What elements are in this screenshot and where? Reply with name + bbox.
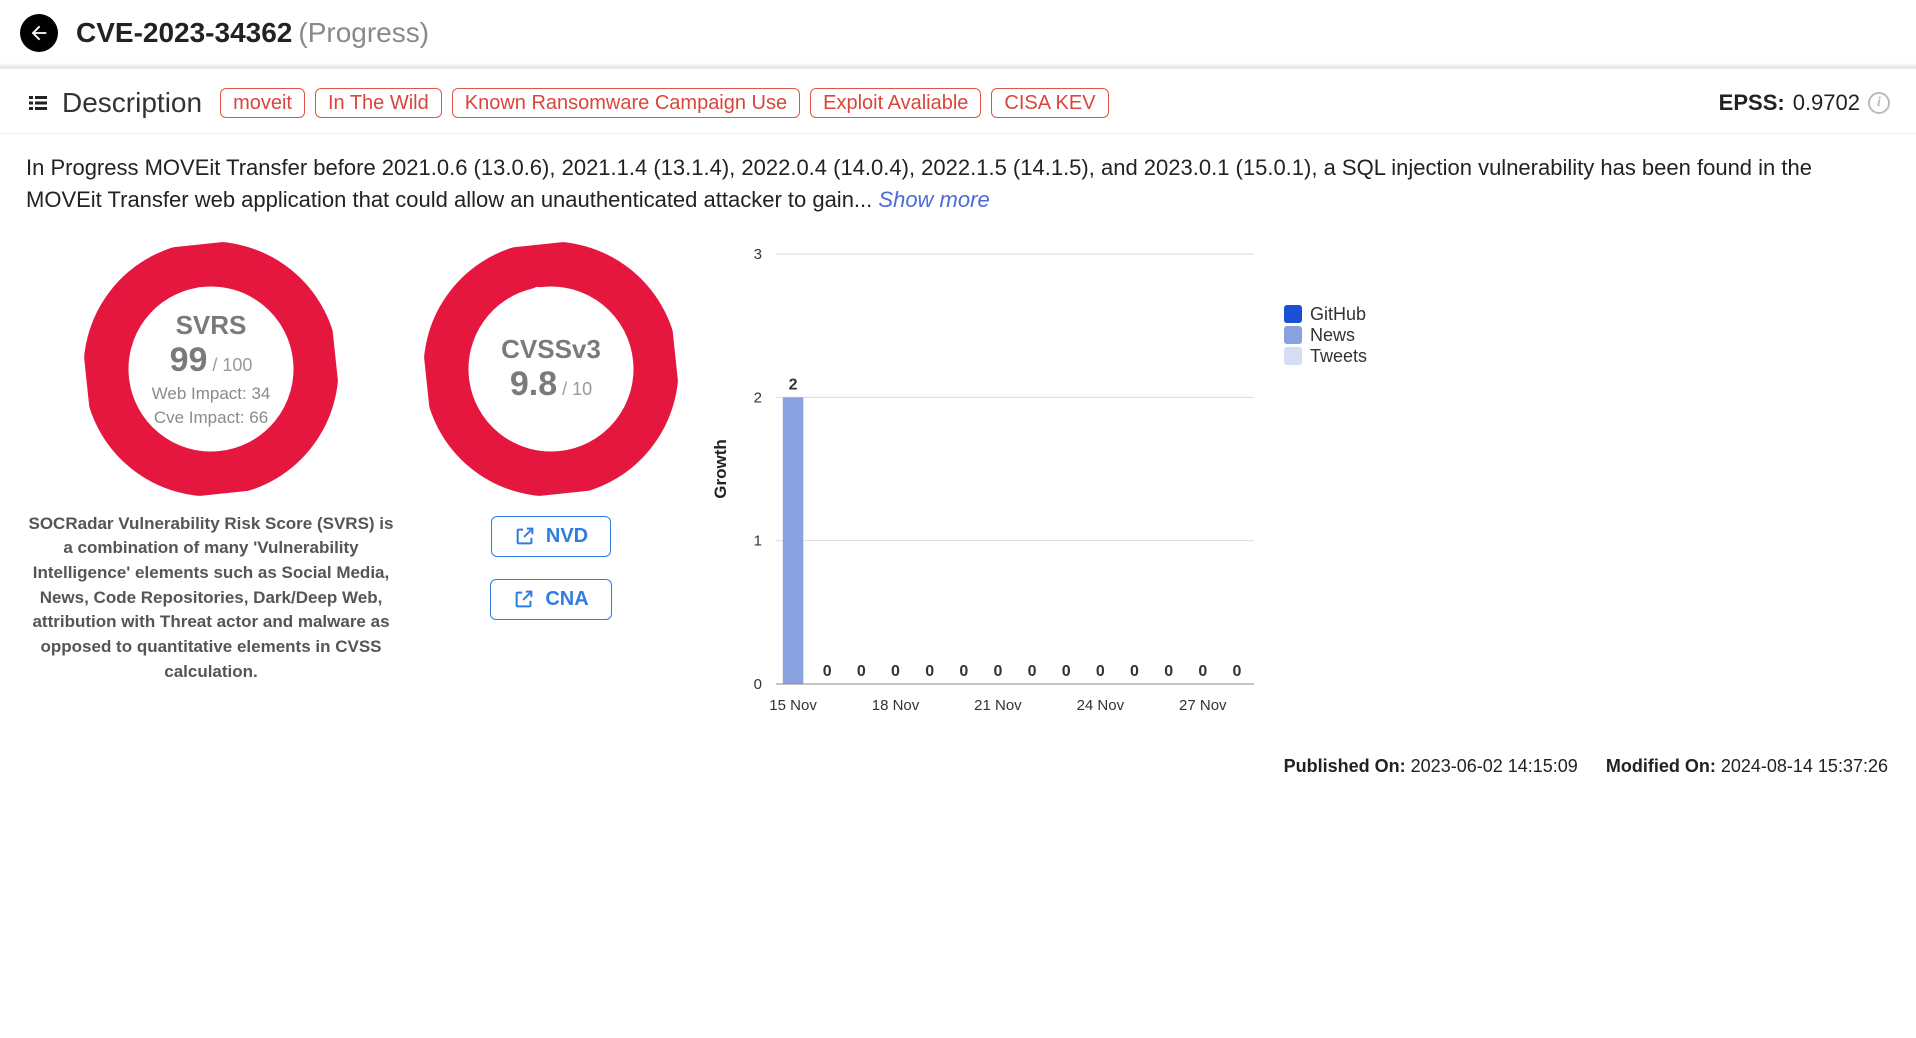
svg-text:3: 3 bbox=[754, 246, 762, 263]
chart-canvas: 0 1 2 3 2 0 0 0 0 0 0 0 0 0 0 0 0 0 15 Nov 18 Nov 21 Nov 24 N… bbox=[706, 244, 1266, 724]
svg-text:0: 0 bbox=[1164, 663, 1173, 680]
growth-chart: 0 1 2 3 2 0 0 0 0 0 0 0 0 0 0 0 0 0 15 Nov 18 Nov 21 Nov 24 N… bbox=[706, 244, 1890, 724]
svg-text:0: 0 bbox=[925, 663, 934, 680]
svrs-title: SVRS bbox=[176, 310, 247, 341]
legend-swatch bbox=[1284, 347, 1302, 365]
svg-text:0: 0 bbox=[1028, 663, 1037, 680]
svg-text:0: 0 bbox=[1096, 663, 1105, 680]
svg-text:0: 0 bbox=[891, 663, 900, 680]
arrow-left-icon bbox=[28, 22, 50, 44]
nvd-label: NVD bbox=[546, 525, 588, 548]
svrs-gauge: SVRS 99 / 100 Web Impact: 34 Cve Impact:… bbox=[86, 244, 336, 494]
show-more-link[interactable]: Show more bbox=[878, 187, 989, 212]
page-header: CVE-2023-34362 (Progress) bbox=[0, 0, 1916, 69]
legend-label: GitHub bbox=[1310, 304, 1366, 325]
svg-text:0: 0 bbox=[1130, 663, 1139, 680]
modified-value: 2024-08-14 15:37:26 bbox=[1721, 756, 1888, 776]
description-bar: Description moveit In The Wild Known Ranso… bbox=[0, 69, 1916, 134]
description-label: Description bbox=[62, 87, 202, 119]
svg-text:0: 0 bbox=[1198, 663, 1207, 680]
footer-dates: Published On: 2023-06-02 14:15:09 Modifi… bbox=[0, 744, 1916, 789]
svg-text:0: 0 bbox=[823, 663, 832, 680]
info-icon[interactable]: i bbox=[1868, 92, 1890, 114]
cna-link[interactable]: CNA bbox=[490, 579, 611, 620]
svg-text:27 Nov: 27 Nov bbox=[1179, 697, 1227, 714]
svg-text:0: 0 bbox=[959, 663, 968, 680]
svg-text:1: 1 bbox=[754, 532, 762, 549]
legend-label: Tweets bbox=[1310, 346, 1367, 367]
cvss-score: 9.8 bbox=[510, 365, 557, 403]
svg-text:2: 2 bbox=[754, 389, 762, 406]
published-value: 2023-06-02 14:15:09 bbox=[1411, 756, 1578, 776]
svg-text:Growth: Growth bbox=[711, 439, 730, 499]
svg-text:0: 0 bbox=[857, 663, 866, 680]
cvss-title: CVSSv3 bbox=[501, 334, 601, 365]
chart-legend: GitHubNewsTweets bbox=[1284, 304, 1367, 367]
svrs-score: 99 bbox=[170, 341, 208, 379]
legend-item[interactable]: GitHub bbox=[1284, 304, 1367, 325]
published-label: Published On: bbox=[1284, 756, 1406, 776]
cna-label: CNA bbox=[545, 588, 588, 611]
back-button[interactable] bbox=[20, 14, 58, 52]
epss-value: 0.9702 bbox=[1793, 90, 1860, 116]
tag[interactable]: CISA KEV bbox=[991, 88, 1108, 118]
description-body: In Progress MOVEit Transfer before 2021.… bbox=[0, 134, 1916, 234]
tag[interactable]: Known Ransomware Campaign Use bbox=[452, 88, 800, 118]
svg-text:0: 0 bbox=[1232, 663, 1241, 680]
svg-text:15 Nov: 15 Nov bbox=[769, 697, 817, 714]
cve-vendor: (Progress) bbox=[298, 17, 429, 49]
epss-label: EPSS: bbox=[1719, 90, 1785, 116]
modified-label: Modified On: bbox=[1606, 756, 1716, 776]
nvd-link[interactable]: NVD bbox=[491, 516, 611, 557]
svrs-cve-impact: Cve Impact: 66 bbox=[154, 408, 268, 428]
tag[interactable]: Exploit Avaliable bbox=[810, 88, 981, 118]
svrs-max: / 100 bbox=[207, 355, 252, 375]
external-link-icon bbox=[513, 588, 535, 610]
svg-text:2: 2 bbox=[789, 376, 798, 393]
cve-id: CVE-2023-34362 bbox=[76, 17, 292, 49]
svg-text:0: 0 bbox=[754, 676, 762, 693]
svrs-column: SVRS 99 / 100 Web Impact: 34 Cve Impact:… bbox=[26, 244, 396, 684]
svg-text:24 Nov: 24 Nov bbox=[1077, 697, 1125, 714]
legend-swatch bbox=[1284, 305, 1302, 323]
legend-swatch bbox=[1284, 326, 1302, 344]
legend-label: News bbox=[1310, 325, 1355, 346]
svg-text:0: 0 bbox=[993, 663, 1002, 680]
cvss-column: CVSSv3 9.8 / 10 NVD CNA bbox=[426, 244, 676, 620]
epss-block: EPSS: 0.9702 i bbox=[1719, 90, 1890, 116]
svg-text:18 Nov: 18 Nov bbox=[872, 697, 920, 714]
svrs-web-impact: Web Impact: 34 bbox=[152, 384, 271, 404]
cvss-gauge: CVSSv3 9.8 / 10 bbox=[426, 244, 676, 494]
list-icon bbox=[26, 91, 50, 115]
legend-item[interactable]: News bbox=[1284, 325, 1367, 346]
svrs-description: SOCRadar Vulnerability Risk Score (SVRS)… bbox=[26, 512, 396, 684]
svg-text:21 Nov: 21 Nov bbox=[974, 697, 1022, 714]
legend-item[interactable]: Tweets bbox=[1284, 346, 1367, 367]
svg-text:0: 0 bbox=[1062, 663, 1071, 680]
tag[interactable]: In The Wild bbox=[315, 88, 442, 118]
external-link-icon bbox=[514, 525, 536, 547]
tag[interactable]: moveit bbox=[220, 88, 305, 118]
cvss-max: / 10 bbox=[557, 379, 592, 399]
main-row: SVRS 99 / 100 Web Impact: 34 Cve Impact:… bbox=[0, 234, 1916, 744]
